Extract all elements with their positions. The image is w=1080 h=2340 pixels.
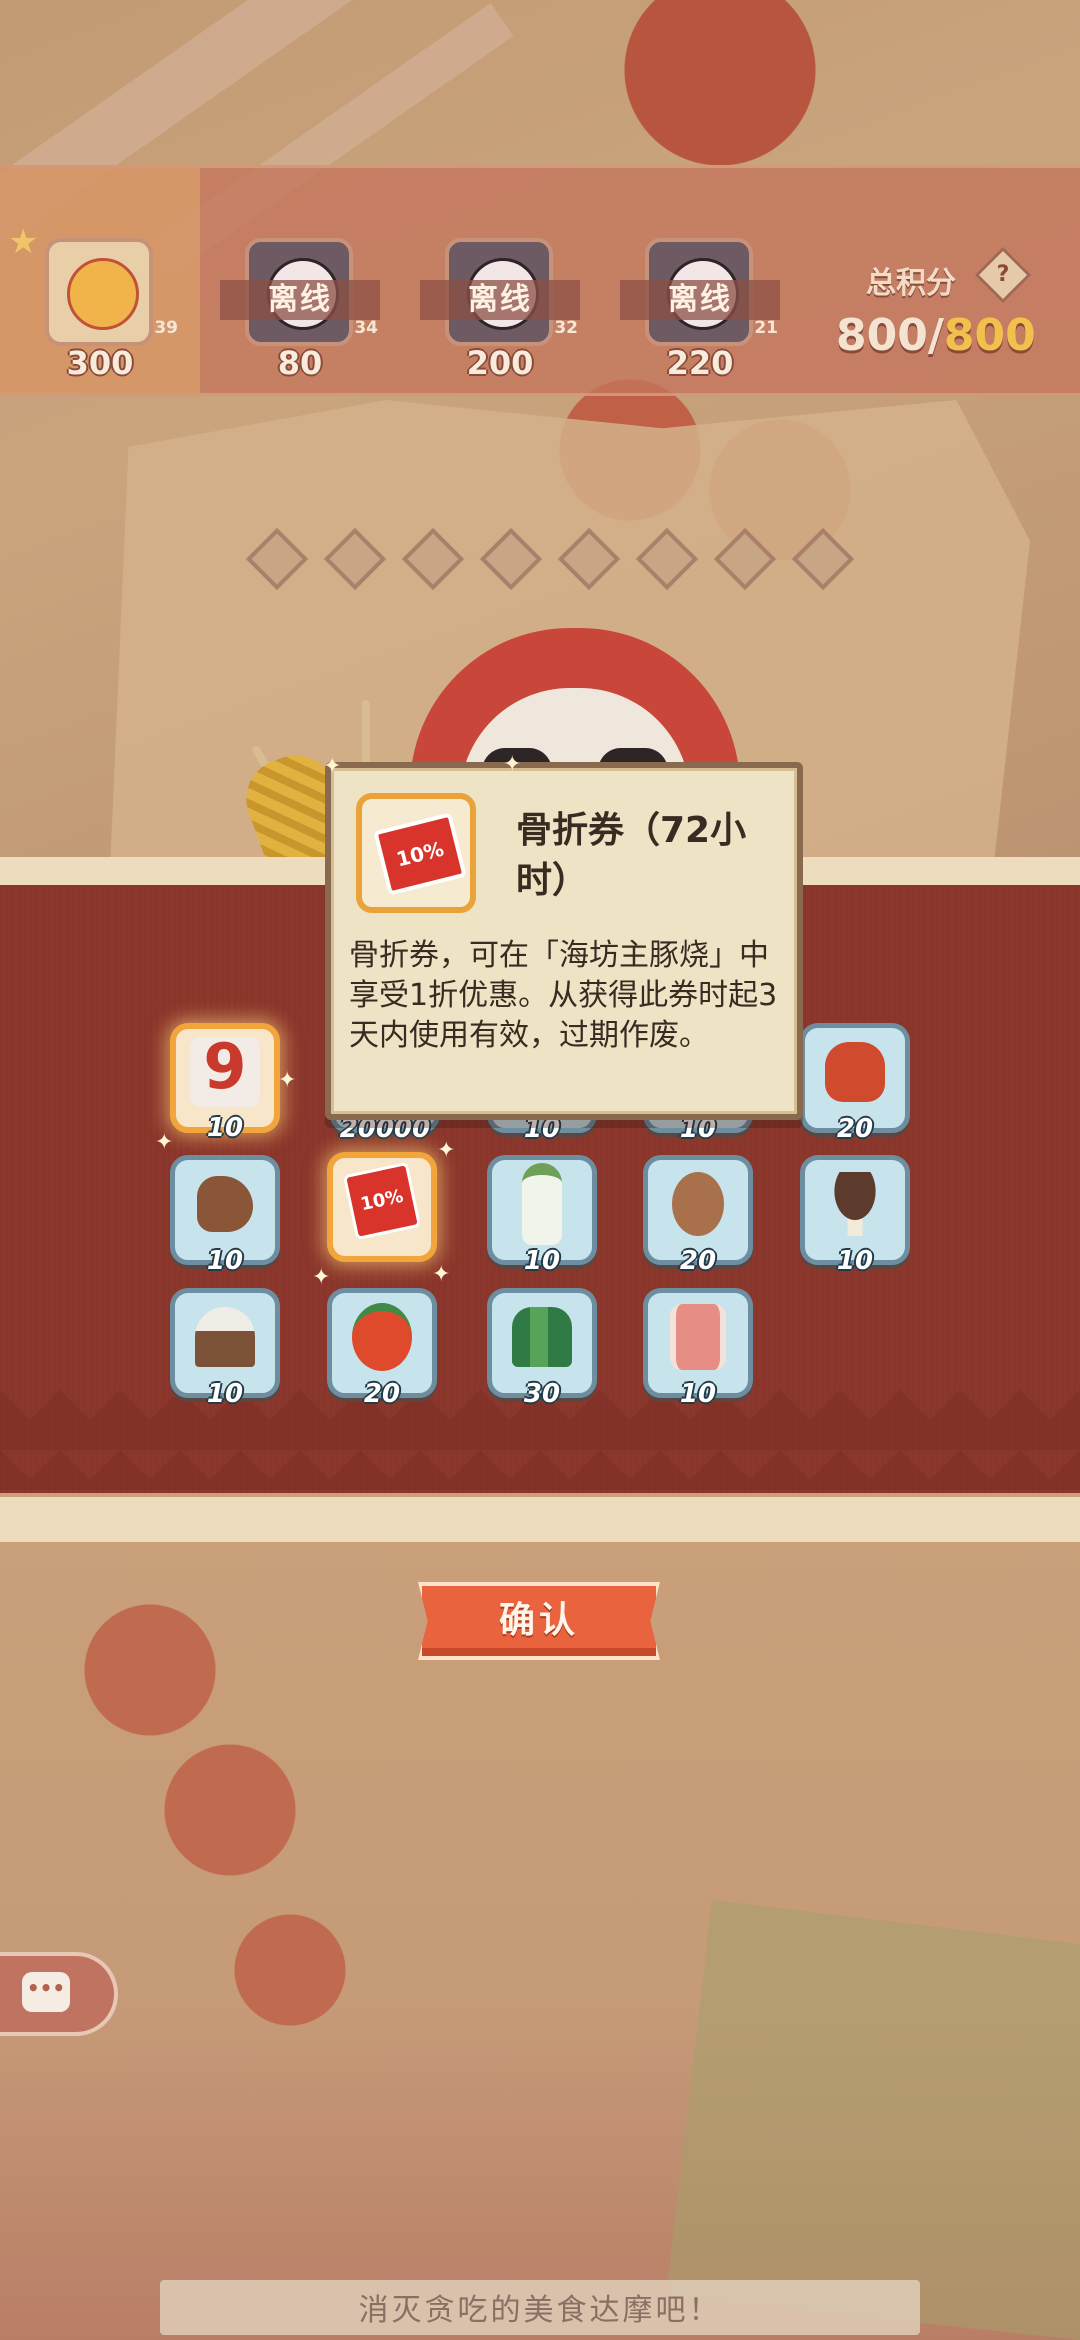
reward-item-meat[interactable]: 10 [643,1288,753,1409]
discount-coupon-icon: 10% [342,1161,422,1241]
lizard-icon [197,1176,253,1232]
player-points: 220 [666,344,734,382]
reward-item-radish[interactable]: 10 [487,1155,597,1276]
green-onion-icon [512,1307,572,1367]
sparkle-icon: ✦ [278,1068,297,1093]
sparkle-icon: ✦ [432,1262,451,1287]
player-level: 39 [154,318,178,338]
player-slot-3[interactable]: 离线 32 200 [400,168,600,393]
reward-item-lizard[interactable]: 10 [170,1155,280,1276]
rice-sack-icon [195,1307,255,1367]
player-points: 200 [466,344,534,382]
chat-button[interactable]: ••• [0,1952,118,2036]
reward-item-octopus[interactable]: 20 [800,1023,910,1144]
chat-bubble-icon: ••• [22,1972,70,2012]
reward-item-rice[interactable]: 10 [170,1288,280,1409]
reward-item-potato[interactable]: 20 [643,1155,753,1276]
total-score-label: 总积分 [866,266,956,301]
item-tooltip: ✦ ✦ 10% 骨折券（72小时） 骨折券，可在「海坊主豚烧」中享受1折优惠。从… [323,752,803,1120]
player-slot-4[interactable]: 离线 21 220 [600,168,800,393]
player-slot-self[interactable]: ★ 39 300 [0,168,200,393]
offline-badge: 离线 [620,280,780,320]
tomato-icon [352,1303,412,1371]
skewer [362,700,370,770]
octopus-icon [825,1042,885,1102]
daikon-radish-icon [522,1163,562,1245]
tooltip-item-icon: 10% [356,793,476,913]
panel-rim [0,1493,1080,1542]
avatar [45,238,153,346]
discount-coupon-icon: 10% [373,812,467,896]
star-icon: ★ [8,222,39,262]
sparkle-icon: ✦ [312,1265,331,1290]
shiitake-mushroom-icon [823,1172,887,1236]
sparkle-icon: ✦ [155,1130,174,1155]
bottom-caption: 消灭贪吃的美食达摩吧！ [358,2293,722,2328]
player-level: 32 [554,318,578,338]
reward-item-nine-token[interactable]: 9 10 [170,1023,280,1143]
sparkle-icon: ✦ [437,1138,456,1163]
sparkle-icon: ✦ [323,754,342,779]
offline-badge: 离线 [420,280,580,320]
reward-item-greens[interactable]: 30 [487,1288,597,1409]
total-score-value: 800/800 [836,310,1036,361]
number-nine-token-icon: 9 [190,1036,260,1108]
tooltip-description: 骨折券，可在「海坊主豚烧」中享受1折优惠。从获得此券时起3天内使用有效，过期作废… [349,938,778,1053]
player-slot-2[interactable]: 离线 34 80 [200,168,400,393]
confirm-button[interactable]: 确认 [418,1582,660,1660]
potato-icon [672,1172,724,1236]
sparkle-icon: ✦ [503,752,522,777]
player-level: 21 [754,318,778,338]
tooltip-title: 骨折券（72小时） [516,810,747,901]
reward-item-tomato[interactable]: 20 [327,1288,437,1409]
reward-item-mushroom[interactable]: 10 [800,1155,910,1276]
pork-meat-icon [670,1304,726,1370]
player-level: 34 [354,318,378,338]
player-points: 80 [277,344,323,382]
player-points: 300 [66,344,134,382]
reward-item-coupon[interactable]: 10% [327,1152,437,1262]
offline-badge: 离线 [220,280,380,320]
